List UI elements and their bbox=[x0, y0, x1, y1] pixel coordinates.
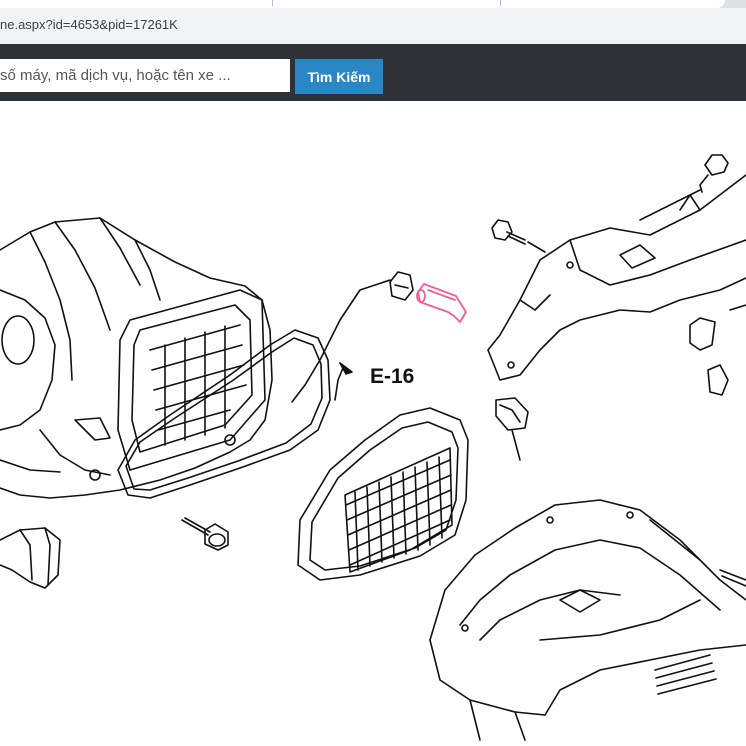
tab-separator bbox=[500, 0, 501, 6]
case-gasket[interactable] bbox=[117, 329, 331, 499]
bolt-upper-right[interactable] bbox=[699, 154, 729, 193]
parts-diagram: E-16 bbox=[0, 101, 746, 746]
tube-clip[interactable] bbox=[389, 271, 414, 301]
tab-separator bbox=[272, 0, 273, 6]
highlighted-drain-tube[interactable] bbox=[416, 283, 467, 323]
intake-duct[interactable] bbox=[0, 527, 61, 589]
url-text[interactable]: ne.aspx?id=4653&pid=17261K bbox=[0, 17, 178, 32]
bolt-upper-middle[interactable] bbox=[491, 219, 526, 245]
active-tab[interactable] bbox=[0, 0, 725, 8]
address-bar[interactable]: ne.aspx?id=4653&pid=17261K bbox=[0, 12, 746, 40]
tab-strip bbox=[0, 0, 746, 8]
browser-chrome: ne.aspx?id=4653&pid=17261K bbox=[0, 0, 746, 44]
bracket-clip[interactable] bbox=[495, 397, 529, 431]
reference-label: E-16 bbox=[370, 365, 414, 388]
air-filter-element[interactable] bbox=[297, 407, 469, 581]
leader-lines bbox=[511, 189, 701, 561]
lower-housing[interactable] bbox=[429, 499, 746, 741]
upper-cover[interactable] bbox=[487, 174, 746, 396]
search-input[interactable] bbox=[0, 59, 290, 92]
search-button[interactable]: Tìm Kiếm bbox=[295, 59, 383, 94]
air-cleaner-case[interactable] bbox=[0, 217, 273, 499]
site-header: Tìm Kiếm bbox=[0, 44, 746, 101]
screw-bolt-lower[interactable] bbox=[181, 517, 229, 551]
